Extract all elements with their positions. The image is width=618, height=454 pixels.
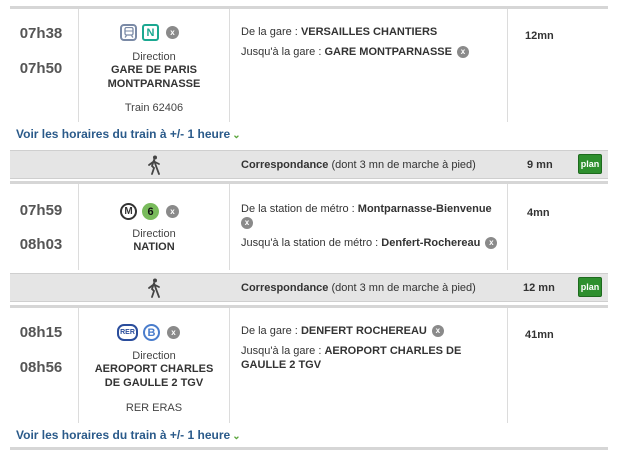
direction-block: Direction GARE DE PARIS MONTPARNASSE Tra… bbox=[79, 51, 229, 114]
direction-name: AEROPORT CHARLES DE GAULLE 2 TGV bbox=[94, 363, 214, 389]
close-icon[interactable]: x bbox=[166, 26, 179, 39]
direction-label: Direction bbox=[132, 228, 176, 240]
divider bbox=[507, 308, 508, 423]
to-name: Denfert-Rochereau bbox=[381, 237, 481, 249]
direction-name: NATION bbox=[133, 241, 175, 253]
from-stop: De la gare : DENFERT ROCHEREAU x bbox=[241, 324, 503, 338]
leg-duration: 4mn bbox=[527, 207, 550, 219]
train-number: Train 62406 bbox=[124, 102, 184, 114]
to-stop: Jusqu'à la gare : GARE MONTPARNASSE x bbox=[241, 45, 503, 59]
divider bbox=[229, 9, 230, 122]
schedule-link[interactable]: Voir les horaires du train à +/- 1 heure… bbox=[16, 428, 241, 442]
from-prefix: De la gare : bbox=[241, 325, 298, 337]
from-name: Montparnasse-Bienvenue bbox=[357, 203, 492, 215]
close-icon[interactable]: x bbox=[457, 46, 470, 59]
divider bbox=[507, 9, 508, 122]
stops-block: De la gare : DENFERT ROCHEREAU x Jusqu'à… bbox=[241, 324, 503, 372]
plan-button[interactable]: plan bbox=[578, 154, 602, 174]
leg-duration: 12mn bbox=[525, 30, 554, 42]
transfer-row: Correspondance (dont 3 mn de marche à pi… bbox=[10, 273, 608, 302]
close-icon[interactable]: x bbox=[166, 205, 179, 218]
leg-icons: RER B x bbox=[117, 324, 180, 341]
departure-time: 07h59 bbox=[19, 202, 63, 219]
leg-3: 08h15 08h56 RER B x Direction AEROPORT C… bbox=[10, 305, 608, 423]
to-prefix: Jusqu'à la gare : bbox=[241, 345, 322, 357]
chevron-down-icon: ⌄ bbox=[232, 130, 241, 141]
transfer-detail: (dont 3 mn de marche à pied) bbox=[331, 282, 476, 294]
from-prefix: De la gare : bbox=[241, 26, 298, 38]
arrival-time: 07h50 bbox=[19, 60, 63, 77]
direction-block: Direction NATION bbox=[79, 228, 229, 254]
leg-icons: N x bbox=[120, 24, 179, 41]
plan-button[interactable]: plan bbox=[578, 277, 602, 297]
schedule-link-text[interactable]: Voir les horaires du train à +/- 1 heure bbox=[16, 428, 230, 442]
close-icon[interactable]: x bbox=[485, 237, 498, 250]
close-icon[interactable]: x bbox=[431, 325, 444, 338]
transfer-label: Correspondance (dont 3 mn de marche à pi… bbox=[241, 159, 476, 171]
close-icon[interactable]: x bbox=[241, 217, 253, 230]
leg-2: 07h59 08h03 M 6 x Direction NATION De la… bbox=[10, 181, 608, 270]
walking-icon bbox=[147, 278, 161, 303]
departure-time: 08h15 bbox=[19, 324, 63, 341]
chevron-down-icon: ⌄ bbox=[232, 431, 241, 442]
divider bbox=[229, 184, 230, 270]
schedule-link-text[interactable]: Voir les horaires du train à +/- 1 heure bbox=[16, 127, 230, 141]
walking-icon bbox=[147, 155, 161, 180]
rer-icon: RER bbox=[117, 324, 138, 341]
schedule-link[interactable]: Voir les horaires du train à +/- 1 heure… bbox=[16, 127, 241, 141]
train-number: RER ERAS bbox=[125, 402, 183, 414]
from-name: DENFERT ROCHEREAU bbox=[300, 325, 427, 337]
transfer-title: Correspondance bbox=[241, 282, 329, 294]
leg-icons: M 6 x bbox=[120, 203, 179, 220]
transfer-title: Correspondance bbox=[241, 159, 329, 171]
from-prefix: De la station de métro : bbox=[241, 203, 355, 215]
to-prefix: Jusqu'à la station de métro : bbox=[241, 237, 379, 249]
arrival-time: 08h56 bbox=[19, 359, 63, 376]
transfer-label: Correspondance (dont 3 mn de marche à pi… bbox=[241, 282, 476, 294]
divider bbox=[229, 308, 230, 423]
from-close: x bbox=[241, 216, 503, 230]
departure-time: 07h38 bbox=[19, 25, 63, 42]
stops-block: De la station de métro : Montparnasse-Bi… bbox=[241, 202, 503, 250]
to-prefix: Jusqu'à la gare : bbox=[241, 46, 322, 58]
close-icon[interactable]: x bbox=[167, 326, 180, 339]
stops-block: De la gare : VERSAILLES CHANTIERS Jusqu'… bbox=[241, 25, 503, 59]
from-stop: De la station de métro : Montparnasse-Bi… bbox=[241, 202, 503, 216]
arrival-time: 08h03 bbox=[19, 236, 63, 253]
from-stop: De la gare : VERSAILLES CHANTIERS bbox=[241, 25, 503, 39]
transfer-detail: (dont 3 mn de marche à pied) bbox=[331, 159, 476, 171]
direction-name: GARE DE PARIS MONTPARNASSE bbox=[107, 64, 201, 90]
rer-line-b-icon: B bbox=[143, 324, 160, 341]
transfer-duration: 9 mn bbox=[527, 159, 553, 171]
bottom-border bbox=[10, 447, 608, 450]
transfer-row: Correspondance (dont 3 mn de marche à pi… bbox=[10, 150, 608, 179]
transfer-duration: 12 mn bbox=[523, 282, 555, 294]
direction-label: Direction bbox=[132, 51, 176, 63]
divider bbox=[78, 184, 79, 270]
direction-label: Direction bbox=[132, 350, 176, 362]
to-stop: Jusqu'à la gare : AEROPORT CHARLES DE GA… bbox=[241, 344, 471, 372]
leg-duration: 41mn bbox=[525, 329, 554, 341]
leg-1: 07h38 07h50 N x Direction GARE DE PARIS … bbox=[10, 6, 608, 122]
from-name: VERSAILLES CHANTIERS bbox=[300, 26, 438, 38]
divider bbox=[78, 308, 79, 423]
to-stop: Jusqu'à la station de métro : Denfert-Ro… bbox=[241, 236, 503, 250]
metro-line-6-icon: 6 bbox=[142, 203, 159, 220]
direction-block: Direction AEROPORT CHARLES DE GAULLE 2 T… bbox=[86, 350, 222, 414]
divider bbox=[507, 184, 508, 270]
to-name: GARE MONTPARNASSE bbox=[324, 46, 452, 58]
train-icon bbox=[120, 24, 137, 41]
metro-icon: M bbox=[120, 203, 137, 220]
transilien-n-icon: N bbox=[142, 24, 159, 41]
